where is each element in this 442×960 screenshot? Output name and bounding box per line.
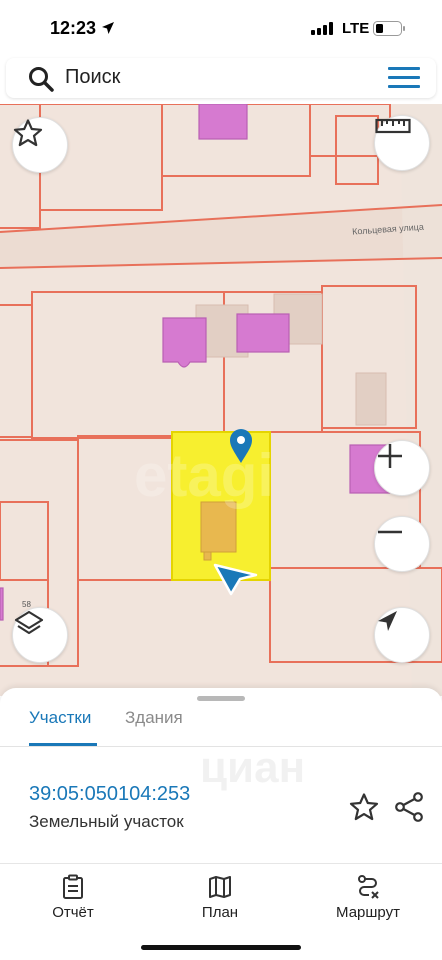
map-watermark: etagi	[134, 442, 274, 509]
ruler-button[interactable]	[374, 115, 430, 171]
selected-building[interactable]	[200, 501, 237, 553]
route-icon	[358, 875, 379, 899]
signal-strength-icon	[311, 22, 333, 35]
cadastral-map[interactable]: Кольцевая улица 58 etagi	[0, 104, 442, 696]
parcel-info-sheet[interactable]: Участки Здания циан 39:05:050104:253 Зем…	[0, 688, 442, 863]
layers-button[interactable]	[12, 607, 68, 663]
hamburger-menu-icon[interactable]	[388, 67, 420, 89]
tab-parcels[interactable]: Участки	[29, 708, 91, 728]
zoom-in-button[interactable]	[374, 440, 430, 496]
location-services-icon	[102, 22, 114, 34]
nav-route-label: Маршрут	[336, 904, 400, 921]
minus-icon	[378, 530, 402, 534]
nav-plan-label: План	[201, 904, 239, 921]
share-icon[interactable]	[394, 792, 424, 822]
layers-icon	[14, 610, 44, 635]
cadastral-number-link[interactable]: 39:05:050104:253	[29, 783, 190, 806]
plus-icon	[378, 444, 402, 468]
zoom-out-button[interactable]	[374, 516, 430, 572]
favorites-button[interactable]	[12, 117, 68, 173]
search-bar[interactable]: Поиск	[6, 58, 436, 98]
parcel-type-label: Земельный участок	[29, 812, 184, 831]
network-type: LTE	[342, 20, 370, 37]
navigation-arrow-icon	[378, 611, 397, 631]
sheet-drag-handle[interactable]	[197, 696, 245, 701]
status-time: 12:23	[50, 18, 97, 38]
battery-icon	[373, 21, 405, 36]
nav-report-label: Отчёт	[52, 904, 94, 921]
report-icon	[63, 874, 83, 899]
star-icon	[13, 119, 43, 147]
home-indicator[interactable]	[141, 945, 301, 950]
nav-plan[interactable]: План	[160, 874, 280, 921]
nav-report[interactable]: Отчёт	[13, 874, 133, 921]
nav-route[interactable]: Маршрут	[308, 874, 428, 921]
search-input[interactable]: Поиск	[65, 66, 120, 89]
search-icon[interactable]	[28, 66, 54, 92]
tab-buildings[interactable]: Здания	[125, 708, 183, 728]
my-location-button[interactable]	[374, 607, 430, 663]
ruler-icon	[375, 118, 411, 134]
status-bar: 12:23 LTE	[0, 0, 442, 56]
map-book-icon	[209, 876, 231, 898]
star-icon[interactable]	[349, 792, 379, 822]
